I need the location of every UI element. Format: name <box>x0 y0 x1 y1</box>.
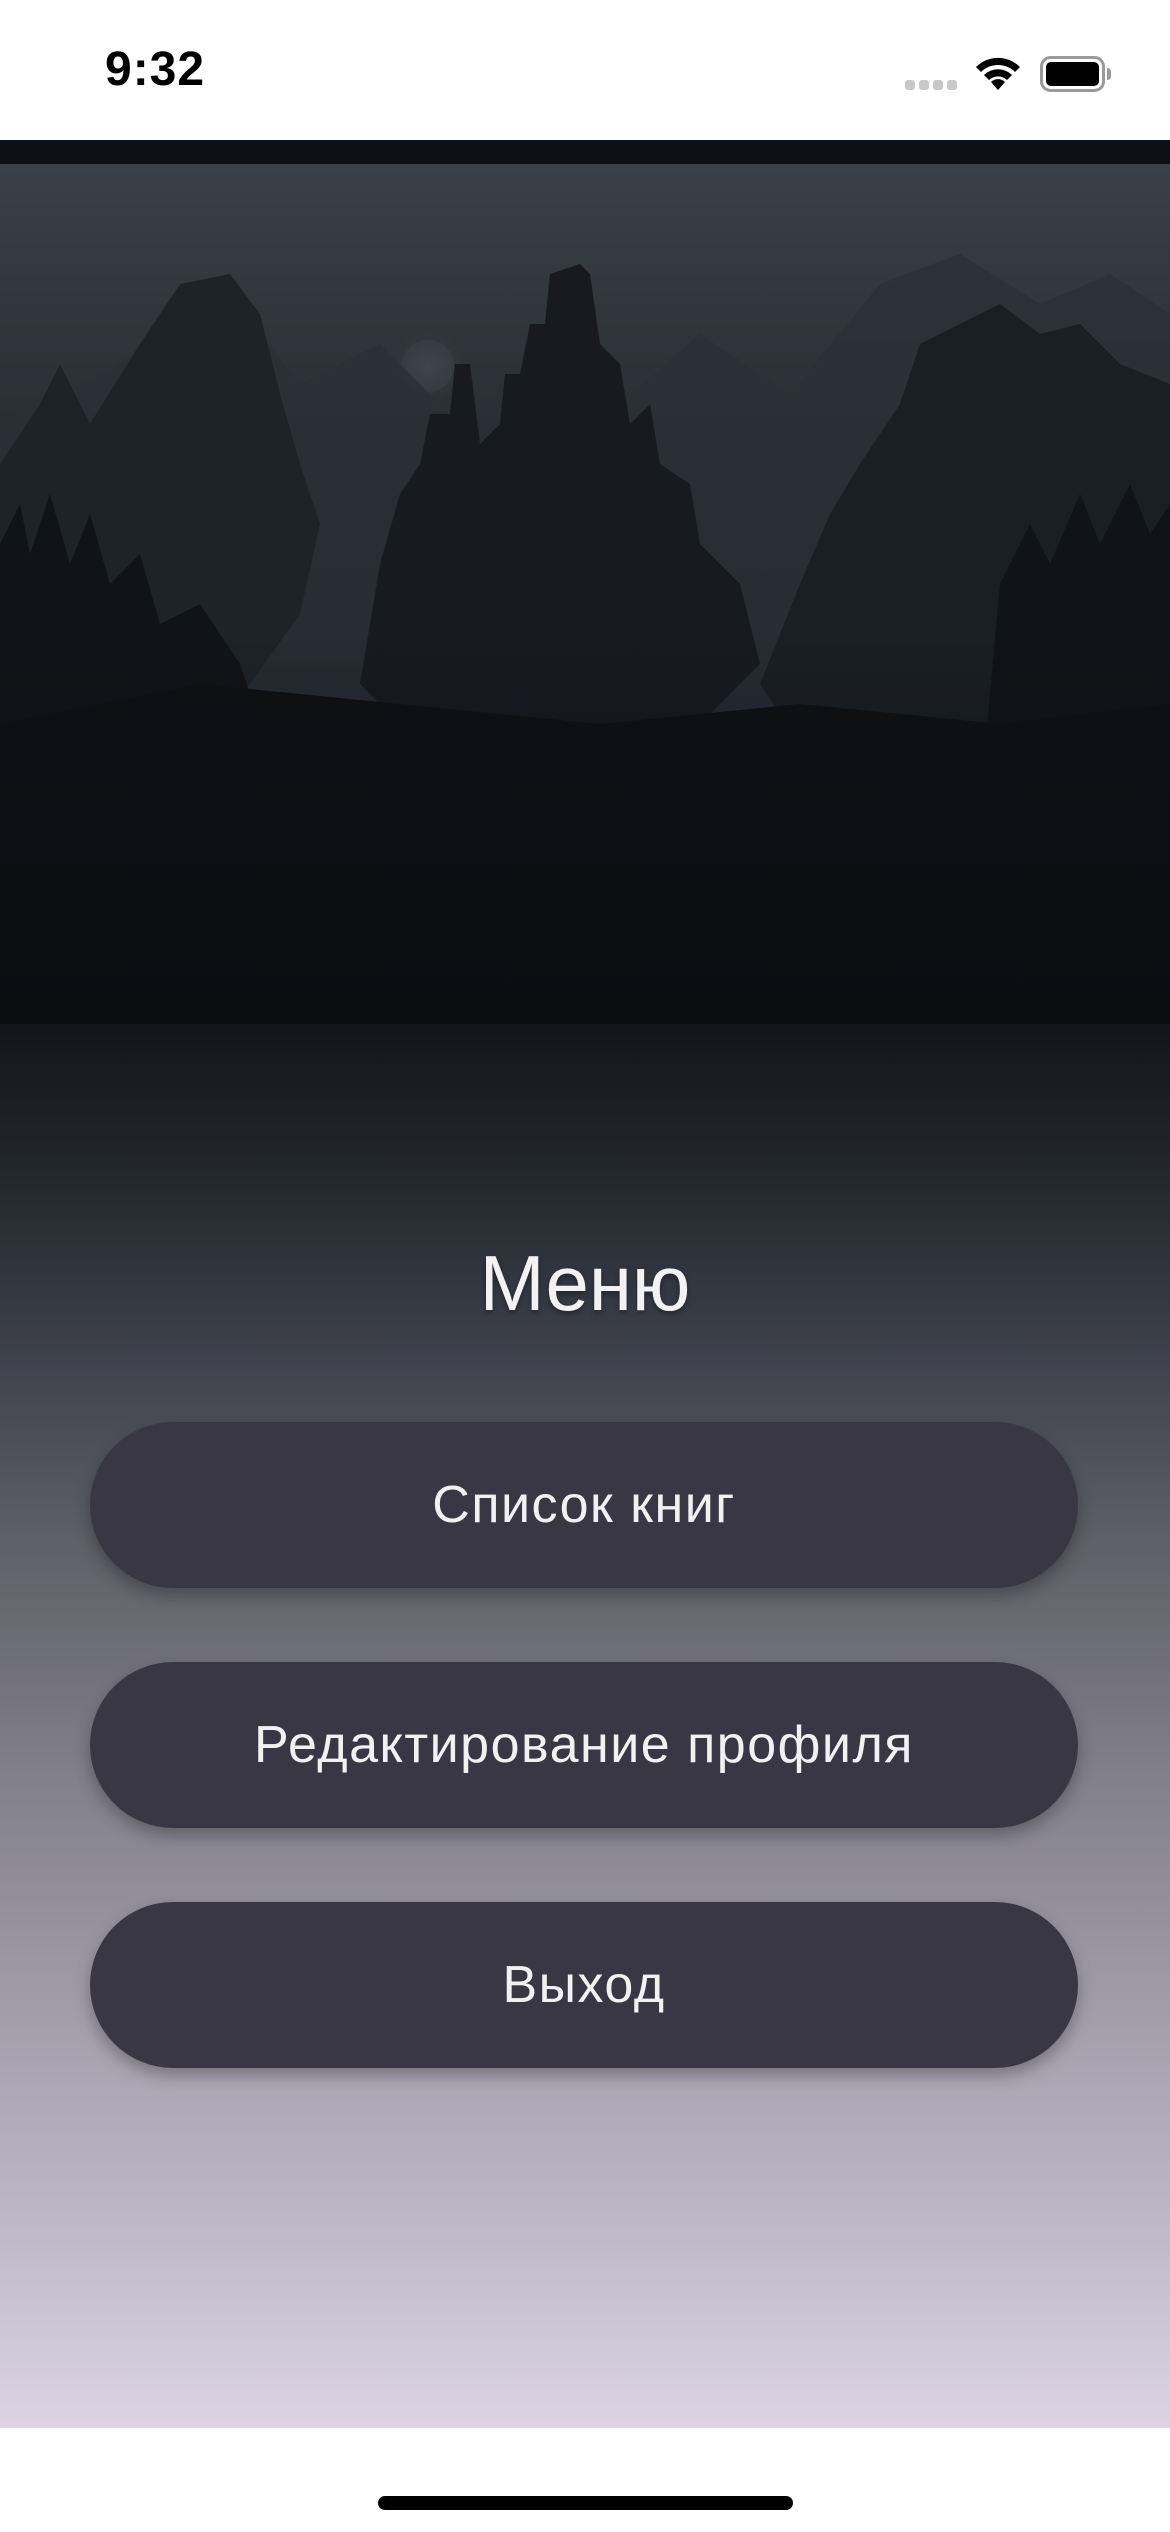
home-indicator-area <box>0 2428 1170 2532</box>
home-indicator[interactable] <box>378 2496 793 2510</box>
status-bar: 9:32 <box>0 0 1170 140</box>
edit-profile-button-label: Редактирование профиля <box>254 1716 914 1774</box>
top-edge <box>0 140 1170 164</box>
dark-castle-background-image <box>0 164 1170 1024</box>
book-list-button-label: Список книг <box>432 1476 736 1534</box>
exit-button[interactable]: Выход <box>90 1902 1078 2068</box>
edit-profile-button[interactable]: Редактирование профиля <box>90 1662 1078 1828</box>
wifi-icon <box>976 57 1020 90</box>
cellular-signal-icon <box>905 80 959 90</box>
battery-icon <box>1040 56 1111 92</box>
menu-content: Меню Список книг Редактирование профиля … <box>0 140 1170 2428</box>
exit-button-label: Выход <box>502 1956 666 2014</box>
menu-title: Меню <box>479 1239 691 1327</box>
status-time: 9:32 <box>105 43 206 96</box>
menu-screen: 9:32 Меню Список книг Редактирование про… <box>0 0 1170 2532</box>
book-list-button[interactable]: Список книг <box>90 1422 1078 1588</box>
